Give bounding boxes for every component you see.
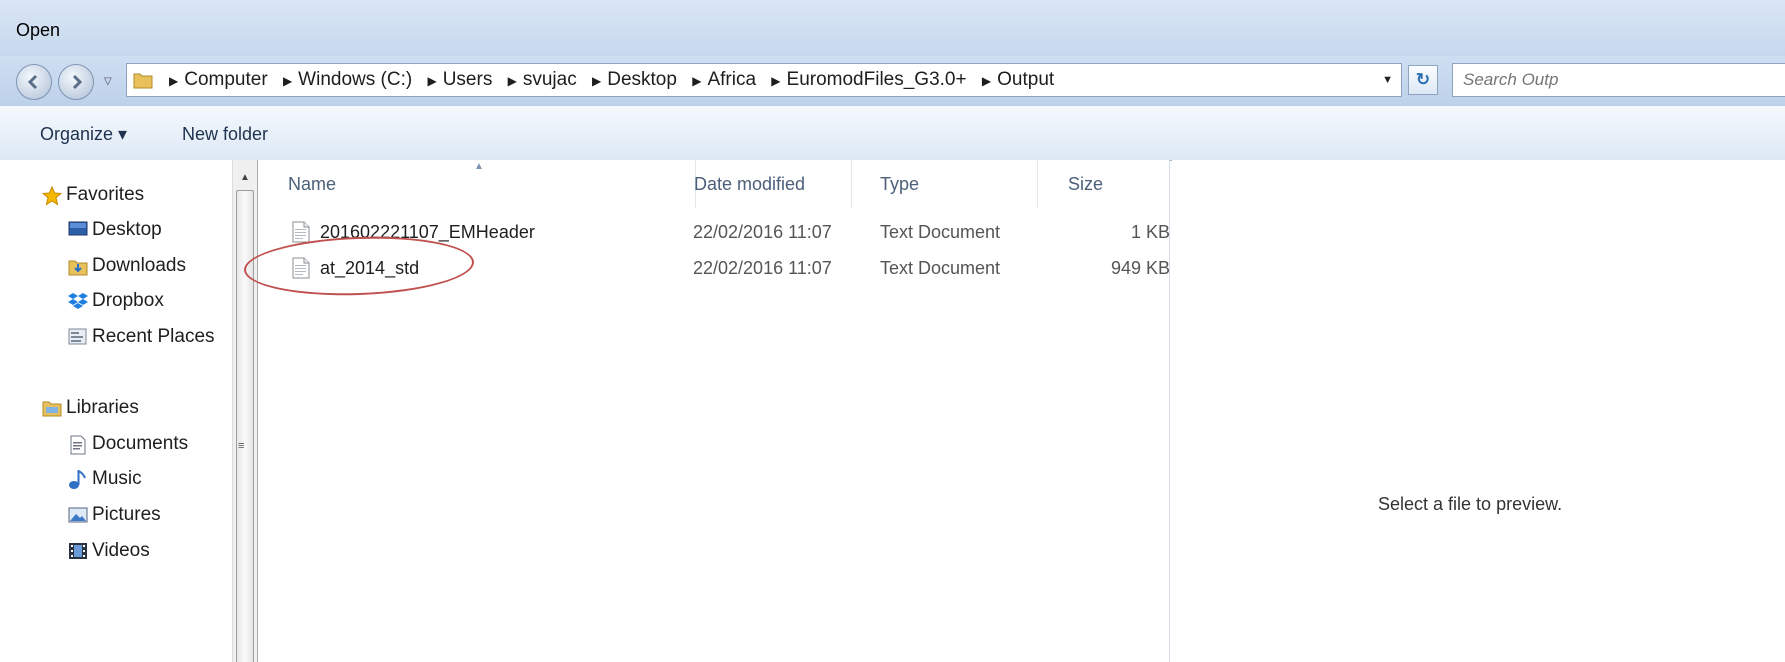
search-input[interactable] bbox=[1453, 64, 1785, 96]
sidebar-item-label: Downloads bbox=[92, 255, 186, 276]
file-row[interactable]: 201602221107_EMHeader 22/02/2016 11:07 T… bbox=[258, 214, 1170, 250]
organize-button[interactable]: Organize ▾ bbox=[40, 124, 127, 145]
file-row[interactable]: at_2014_std 22/02/2016 11:07 Text Docume… bbox=[258, 250, 1170, 286]
breadcrumb-separator-icon[interactable]: ▶ bbox=[771, 74, 780, 88]
breadcrumb-separator-icon[interactable]: ▶ bbox=[508, 74, 517, 88]
preview-pane: Select a file to preview. bbox=[1172, 160, 1785, 662]
star-icon bbox=[42, 186, 62, 206]
column-header-type[interactable]: Type bbox=[852, 160, 1038, 208]
breadcrumb-separator-icon[interactable]: ▶ bbox=[283, 74, 292, 88]
forward-button[interactable] bbox=[58, 64, 94, 100]
address-dropdown-icon[interactable]: ▼ bbox=[1382, 74, 1393, 86]
libraries-icon bbox=[42, 401, 62, 417]
scroll-up-icon[interactable]: ▲ bbox=[240, 172, 250, 183]
breadcrumb-item[interactable]: EuromodFiles_G3.0+ bbox=[787, 69, 967, 90]
preview-message: Select a file to preview. bbox=[1378, 494, 1563, 514]
new-folder-button[interactable]: New folder bbox=[182, 124, 268, 145]
navigation-pane: Favorites Desktop Downloads Dropbox Rece… bbox=[0, 160, 232, 662]
text-document-icon bbox=[292, 221, 310, 243]
text-document-icon bbox=[292, 257, 310, 279]
breadcrumb-item[interactable]: Users bbox=[443, 69, 493, 90]
scroll-grip-icon: ≡ bbox=[238, 440, 245, 452]
file-date-modified: 22/02/2016 11:07 bbox=[693, 222, 832, 242]
navigation-pane-scrollbar[interactable]: ▲ ≡ bbox=[232, 160, 258, 662]
music-note-icon bbox=[69, 470, 86, 489]
sidebar-item-label: Recent Places bbox=[92, 326, 215, 347]
documents-icon bbox=[70, 435, 86, 455]
recent-pages-dropdown-icon[interactable]: ▽ bbox=[104, 76, 112, 87]
file-type: Text Document bbox=[880, 258, 1001, 278]
sidebar-item-label: Favorites bbox=[66, 184, 145, 205]
column-header-size[interactable]: Size bbox=[1038, 160, 1170, 208]
column-header-label: Type bbox=[880, 174, 920, 194]
breadcrumb-item[interactable]: Windows (C:) bbox=[298, 69, 412, 90]
recent-places-icon bbox=[68, 328, 87, 345]
column-header-label: Date modified bbox=[694, 174, 806, 194]
breadcrumb-separator-icon[interactable]: ▶ bbox=[169, 74, 178, 88]
file-list: ▲ Name Date modified Type Size 201602221… bbox=[258, 160, 1170, 662]
back-button[interactable] bbox=[16, 64, 52, 100]
videos-icon bbox=[69, 543, 87, 559]
refresh-icon: ↻ bbox=[1415, 70, 1431, 89]
column-header-name[interactable]: ▲ Name bbox=[258, 160, 696, 208]
breadcrumb-separator-icon[interactable]: ▶ bbox=[592, 74, 601, 88]
breadcrumb-item[interactable]: Output bbox=[997, 69, 1054, 90]
column-header-date-modified[interactable]: Date modified bbox=[666, 160, 852, 208]
file-size: 1 KB bbox=[1130, 222, 1170, 242]
sort-ascending-icon: ▲ bbox=[474, 161, 484, 172]
breadcrumb-item[interactable]: Desktop bbox=[607, 69, 677, 90]
folder-icon bbox=[133, 73, 153, 89]
back-arrow-icon bbox=[27, 74, 38, 90]
title-bar: Open bbox=[0, 0, 1785, 56]
breadcrumb-item[interactable]: Africa bbox=[707, 69, 756, 90]
breadcrumb-item[interactable]: svujac bbox=[523, 69, 577, 90]
file-type: Text Document bbox=[880, 222, 1001, 242]
scrollbar-thumb[interactable] bbox=[236, 190, 254, 662]
dropbox-icon bbox=[68, 293, 88, 309]
forward-arrow-icon bbox=[72, 74, 83, 90]
navigation-bar: ▽ ▶ Computer ▶ Windows (C:) ▶ Users ▶ svujac… bbox=[0, 56, 1785, 106]
window-title: Open bbox=[16, 20, 61, 40]
sidebar-item-label: Dropbox bbox=[92, 290, 164, 311]
breadcrumb-item[interactable]: Computer bbox=[184, 69, 267, 90]
address-bar[interactable]: ▶ Computer ▶ Windows (C:) ▶ Users ▶ svujac ▶… bbox=[126, 63, 1402, 97]
breadcrumb-separator-icon[interactable]: ▶ bbox=[982, 74, 991, 88]
sidebar-item-label: Videos bbox=[92, 540, 150, 561]
command-toolbar: Organize ▾ New folder bbox=[0, 106, 1785, 161]
breadcrumb: ▶ Computer ▶ Windows (C:) ▶ Users ▶ svujac ▶… bbox=[159, 64, 1054, 96]
sidebar-item-label: Desktop bbox=[92, 219, 162, 240]
file-size: 949 KB bbox=[1110, 258, 1170, 278]
sidebar-item-label: Pictures bbox=[92, 504, 161, 525]
desktop-icon bbox=[68, 221, 88, 236]
file-date-modified: 22/02/2016 11:07 bbox=[693, 258, 832, 278]
sidebar-item-label: Documents bbox=[92, 433, 189, 454]
refresh-button[interactable]: ↻ bbox=[1408, 65, 1438, 95]
sidebar-item-label: Libraries bbox=[66, 397, 139, 418]
breadcrumb-separator-icon[interactable]: ▶ bbox=[427, 74, 436, 88]
file-name[interactable]: at_2014_std bbox=[320, 250, 419, 286]
column-header-label: Name bbox=[288, 174, 337, 194]
breadcrumb-separator-icon[interactable]: ▶ bbox=[692, 74, 701, 88]
pictures-icon bbox=[68, 507, 88, 523]
column-header-label: Size bbox=[1068, 174, 1104, 194]
search-box[interactable] bbox=[1452, 63, 1785, 97]
sidebar-item-label: Music bbox=[92, 468, 142, 489]
file-name[interactable]: 201602221107_EMHeader bbox=[320, 214, 535, 250]
downloads-folder-icon bbox=[68, 260, 88, 276]
